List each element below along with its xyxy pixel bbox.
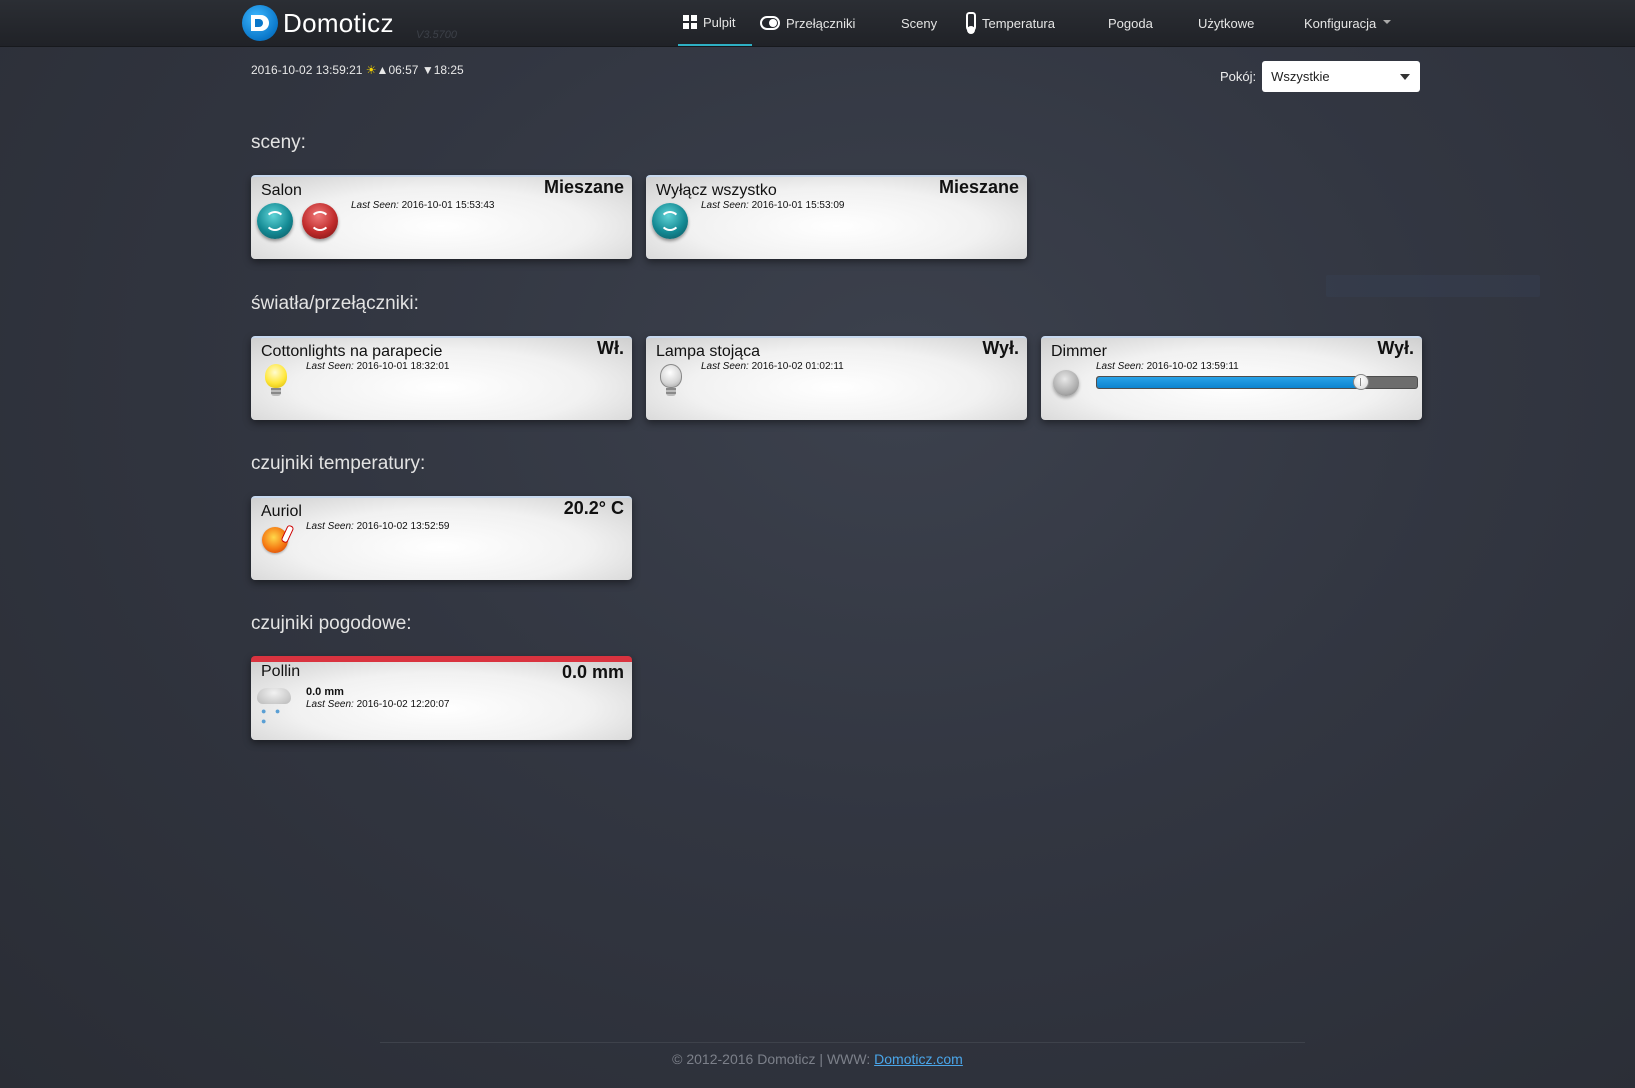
last-seen: Last Seen: 2016-10-02 12:20:07 — [306, 699, 449, 710]
last-seen-value: 2016-10-01 15:53:43 — [401, 200, 495, 211]
card-name: Wyłącz wszystko — [656, 182, 777, 199]
dimmer-slider-fill — [1097, 377, 1361, 388]
section-title-scenes: sceny: — [251, 132, 306, 153]
card-status: 20.2° C — [563, 498, 624, 518]
light-card-dimmer: Dimmer Wył. Last Seen: 2016-10-02 13:59:… — [1041, 336, 1422, 420]
caret-down-icon — [1383, 19, 1392, 24]
dropdown-arrow-icon — [1400, 74, 1411, 80]
last-seen: Last Seen: 2016-10-01 15:53:09 — [701, 200, 844, 211]
card-name: Cottonlights na parapecie — [261, 343, 443, 360]
nav-item-uzytkowe[interactable]: Użytkowe — [1198, 0, 1254, 46]
room-selected-value: Wszystkie — [1271, 69, 1330, 84]
footer-divider — [380, 1042, 1305, 1043]
scene-card-wylacz-wszystko: Wyłącz wszystko Mieszane Last Seen: 2016… — [646, 175, 1027, 259]
last-seen: Last Seen: 2016-10-02 13:52:59 — [306, 521, 449, 532]
sunset-icon: ▼ — [421, 63, 434, 77]
last-seen-value: 2016-10-01 18:32:01 — [356, 361, 450, 372]
brand[interactable]: Domoticz — [242, 4, 394, 42]
temperature-sun-icon[interactable] — [262, 527, 288, 553]
top-navbar: Domoticz V3.5700 Pulpit Przełączniki Sce… — [0, 0, 1635, 47]
sunrise-time: 06:57 — [388, 63, 419, 77]
last-seen-value: 2016-10-01 15:53:09 — [751, 200, 845, 211]
scene-card-salon: Salon Mieszane Last Seen: 2016-10-01 15:… — [251, 175, 632, 259]
last-seen-label: Last Seen: — [306, 699, 354, 710]
card-name: Lampa stojąca — [656, 343, 761, 360]
section-title-temperature: czujniki temperatury: — [251, 453, 426, 474]
dimmer-bulb-icon[interactable] — [1053, 370, 1079, 396]
last-seen-label: Last Seen: — [306, 521, 354, 532]
dimmer-slider[interactable] — [1096, 374, 1418, 390]
nav-item-pogoda[interactable]: Pogoda — [1108, 0, 1153, 46]
nav-item-label: Pulpit — [703, 14, 736, 30]
card-name: Dimmer — [1051, 343, 1107, 360]
card-status: 0.0 mm — [561, 662, 624, 682]
card-name: Pollin — [261, 663, 301, 680]
last-seen: Last Seen: 2016-10-02 01:02:11 — [701, 361, 844, 372]
last-seen: Last Seen: 2016-10-01 15:53:43 — [351, 200, 494, 211]
card-status: Wył. — [982, 338, 1019, 358]
version-label: V3.5700 — [416, 29, 457, 41]
section-title-weather: czujniki pogodowe: — [251, 613, 412, 634]
nav-item-label: Pogoda — [1108, 15, 1153, 31]
nav-item-label: Użytkowe — [1198, 15, 1255, 31]
last-seen-value: 2016-10-02 12:20:07 — [356, 699, 450, 710]
temp-card-auriol: Auriol 20.2° C Last Seen: 2016-10-02 13:… — [251, 496, 632, 580]
card-status: Mieszane — [543, 177, 624, 197]
brand-name: Domoticz — [283, 7, 394, 38]
last-seen-value: 2016-10-02 01:02:11 — [751, 361, 844, 372]
dimmer-slider-handle[interactable] — [1353, 374, 1369, 390]
card-status: Mieszane — [938, 177, 1019, 197]
nav-item-label: Konfiguracja — [1304, 15, 1377, 31]
light-card-cottonlights: Cottonlights na parapecie Wł. Last Seen:… — [251, 336, 632, 420]
dashboard-icon — [683, 15, 697, 29]
last-seen-label: Last Seen: — [701, 361, 749, 372]
weather-card-pollin: Pollin 0.0 mm ● ● ● 0.0 mm Last Seen: 20… — [251, 656, 632, 740]
room-filter: Pokój: Wszystkie — [1220, 61, 1421, 92]
sunrise-icon: ▲ — [376, 63, 389, 77]
domoticz-logo-icon — [242, 5, 278, 41]
lightbulb-off-icon[interactable] — [660, 364, 682, 396]
last-seen-value: 2016-10-02 13:59:11 — [1146, 361, 1239, 372]
nav-item-sceny[interactable]: Sceny — [901, 0, 937, 46]
nav-item-przelaczniki[interactable]: Przełączniki — [760, 0, 855, 46]
scene-off-button[interactable] — [302, 203, 338, 239]
sunset-time: 18:25 — [433, 63, 464, 77]
scene-on-button[interactable] — [257, 203, 293, 239]
faint-overlay — [1326, 275, 1540, 297]
toggle-icon — [760, 16, 780, 30]
footer: © 2012-2016 Domoticz | WWW: Domoticz.com — [0, 1051, 1635, 1067]
room-select[interactable]: Wszystkie — [1262, 61, 1421, 92]
room-label: Pokój: — [1220, 69, 1257, 84]
last-seen-value: 2016-10-02 13:52:59 — [356, 521, 450, 532]
card-name: Auriol — [261, 503, 302, 520]
last-seen-label: Last Seen: — [1096, 361, 1144, 372]
card-status: Wł. — [597, 338, 624, 358]
light-card-lampa-stojaca: Lampa stojąca Wył. Last Seen: 2016-10-02… — [646, 336, 1027, 420]
lightbulb-on-icon[interactable] — [265, 364, 287, 396]
nav-item-label: Temperatura — [982, 15, 1055, 31]
last-seen: Last Seen: 2016-10-01 18:32:01 — [306, 361, 449, 372]
nav-item-label: Sceny — [901, 15, 938, 31]
card-name: Salon — [261, 182, 302, 199]
footer-link[interactable]: Domoticz.com — [874, 1051, 963, 1067]
section-title-lights: światła/przełączniki: — [251, 293, 419, 314]
rain-cloud-icon[interactable]: ● ● ● — [255, 684, 293, 726]
rain-value: 0.0 mm — [306, 686, 344, 698]
thermometer-icon — [966, 12, 976, 34]
current-datetime: 2016-10-02 13:59:21 — [251, 63, 363, 77]
last-seen-label: Last Seen: — [701, 200, 749, 211]
nav-item-temperatura[interactable]: Temperatura — [966, 0, 1055, 46]
card-status: Wył. — [1377, 338, 1414, 358]
sun-icon: ☀ — [365, 63, 377, 77]
last-seen: Last Seen: 2016-10-02 13:59:11 — [1096, 361, 1239, 372]
datetime-bar: 2016-10-02 13:59:21 ☀▲06:57 ▼18:25 — [251, 63, 464, 77]
last-seen-label: Last Seen: — [306, 361, 354, 372]
footer-text: © 2012-2016 Domoticz | WWW: — [672, 1051, 875, 1067]
scene-on-button[interactable] — [652, 203, 688, 239]
nav-item-pulpit[interactable]: Pulpit — [678, 0, 752, 46]
last-seen-label: Last Seen: — [351, 200, 399, 211]
nav-item-label: Przełączniki — [786, 15, 856, 31]
nav-item-konfiguracja[interactable]: Konfiguracja — [1304, 0, 1392, 46]
